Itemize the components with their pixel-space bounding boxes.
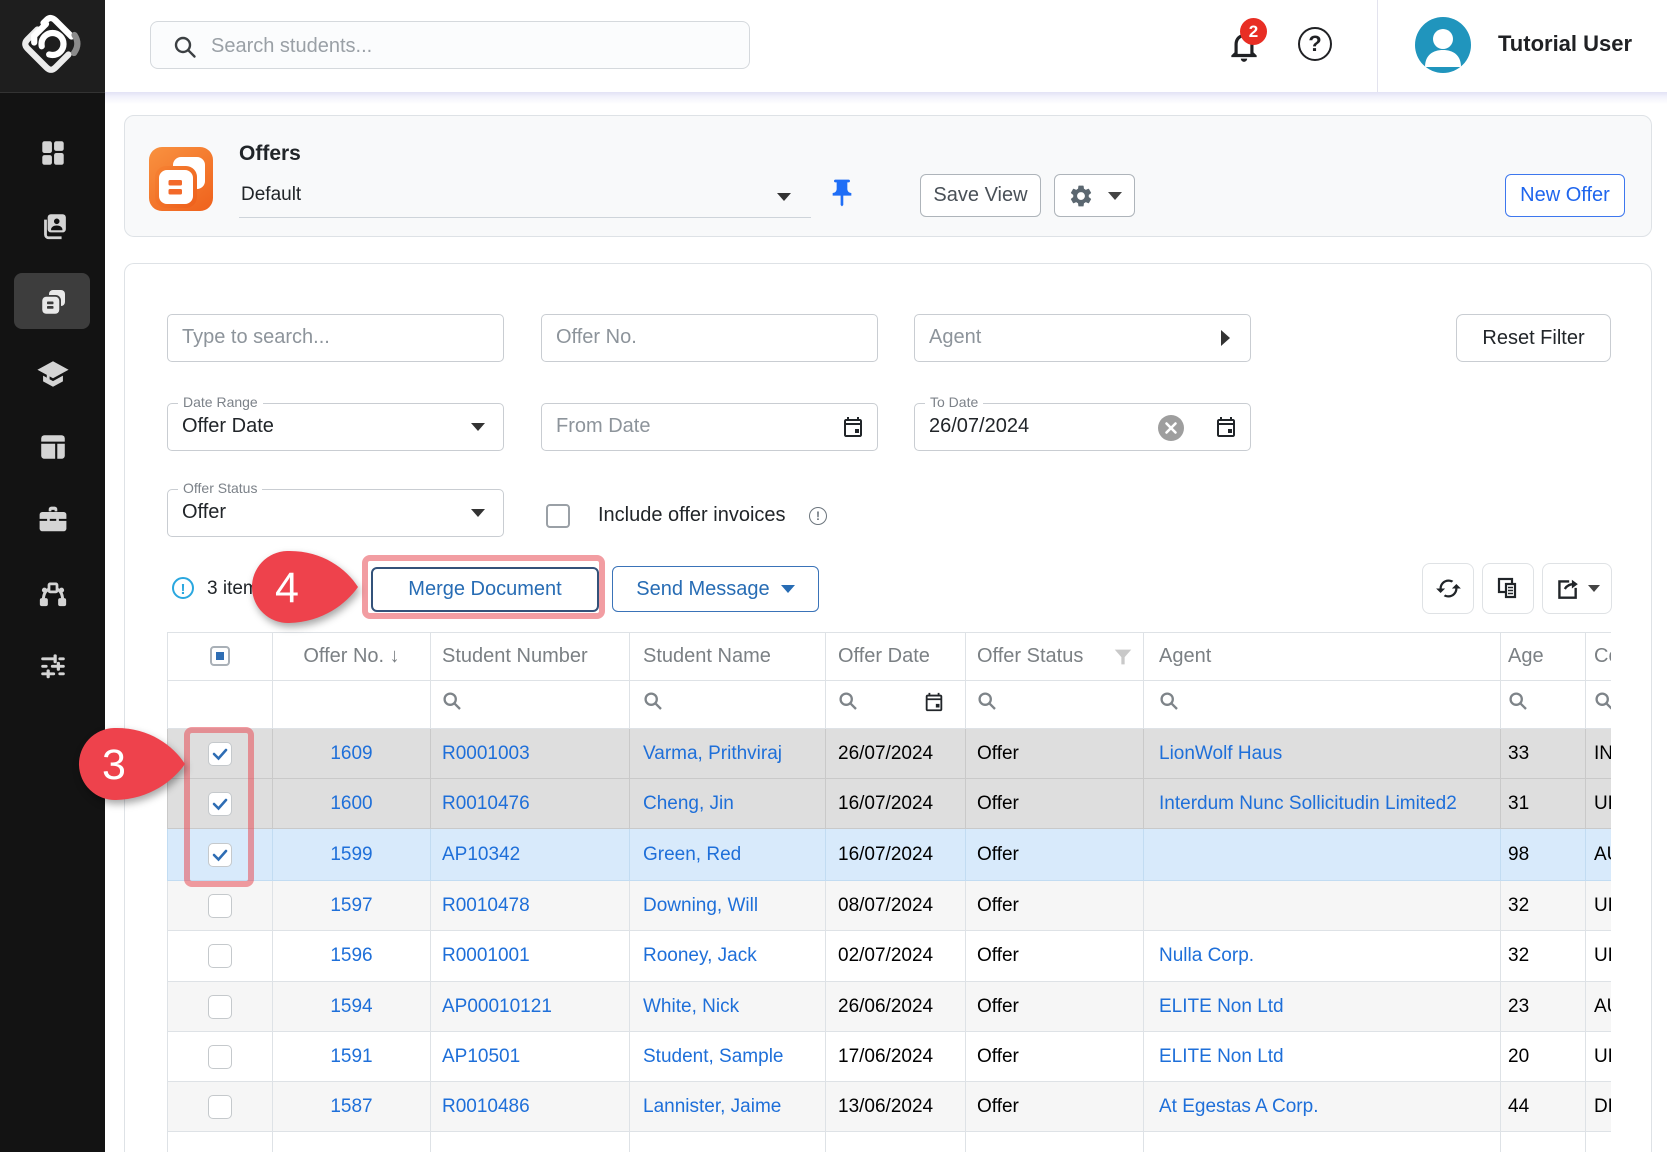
- svg-text:3: 3: [102, 741, 126, 789]
- svg-text:4: 4: [275, 564, 299, 612]
